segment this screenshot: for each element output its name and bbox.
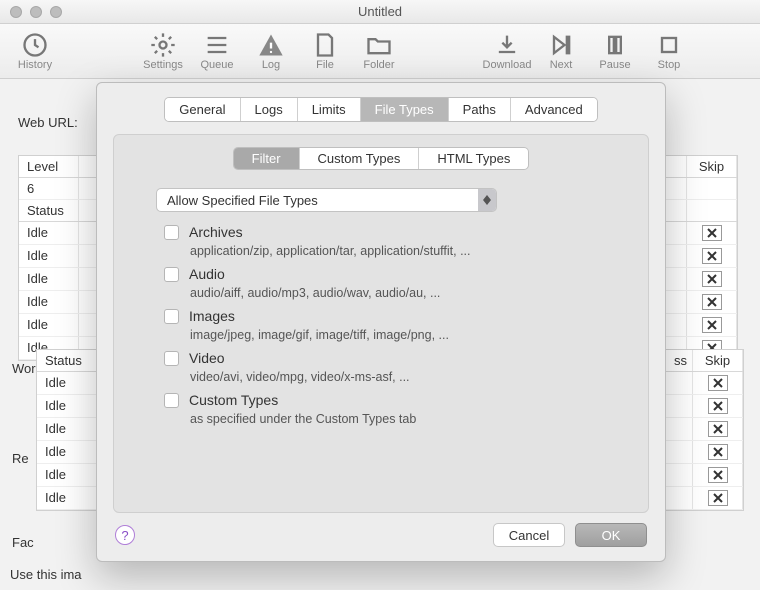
bottom-text: Use this ima xyxy=(10,567,82,582)
skip-button[interactable] xyxy=(708,398,728,414)
tab-logs[interactable]: Logs xyxy=(241,98,298,121)
col-ss: ss xyxy=(663,350,693,371)
chevron-updown-icon xyxy=(478,189,496,211)
stop-label: Stop xyxy=(658,59,681,71)
tab-file-types[interactable]: File Types xyxy=(361,98,449,121)
queue-button[interactable]: Queue xyxy=(192,31,242,71)
category-video: Video video/avi, video/mpg, video/x-ms-a… xyxy=(164,350,626,384)
history-button[interactable]: History xyxy=(10,31,60,71)
history-label: History xyxy=(18,59,52,71)
next-label: Next xyxy=(550,59,573,71)
warning-icon xyxy=(257,31,285,59)
subtab-filter[interactable]: Filter xyxy=(234,148,300,169)
custom-types-desc: as specified under the Custom Types tab xyxy=(190,412,626,426)
video-title: Video xyxy=(189,350,225,366)
settings-dialog: General Logs Limits File Types Paths Adv… xyxy=(96,82,666,562)
download-button[interactable]: Download xyxy=(482,31,532,71)
dialog-footer: ? Cancel OK xyxy=(97,523,665,561)
skip-button[interactable] xyxy=(708,490,728,506)
col-status-2: Status xyxy=(37,350,97,371)
folder-label: Folder xyxy=(363,59,394,71)
category-custom-types: Custom Types as specified under the Cust… xyxy=(164,392,626,426)
bg-fac-label: Fac xyxy=(12,535,34,550)
archives-title: Archives xyxy=(189,224,243,240)
next-button[interactable]: Next xyxy=(536,31,586,71)
category-archives: Archives application/zip, application/ta… xyxy=(164,224,626,258)
window-title: Untitled xyxy=(0,4,760,19)
download-label: Download xyxy=(483,59,532,71)
filter-mode-value: Allow Specified File Types xyxy=(157,193,328,208)
file-button[interactable]: File xyxy=(300,31,350,71)
stop-button[interactable]: Stop xyxy=(644,31,694,71)
skip-button[interactable] xyxy=(702,225,722,241)
pause-label: Pause xyxy=(599,59,630,71)
cancel-button[interactable]: Cancel xyxy=(493,523,565,547)
col-status: Status xyxy=(19,200,79,221)
images-desc: image/jpeg, image/gif, image/tiff, image… xyxy=(190,328,626,342)
category-audio: Audio audio/aiff, audio/mp3, audio/wav, … xyxy=(164,266,626,300)
subtab-custom-types[interactable]: Custom Types xyxy=(300,148,420,169)
download-icon xyxy=(493,31,521,59)
tab-paths[interactable]: Paths xyxy=(449,98,511,121)
col-skip-2: Skip xyxy=(693,350,743,371)
skip-button[interactable] xyxy=(702,294,722,310)
custom-types-checkbox[interactable] xyxy=(164,393,179,408)
level-value: 6 xyxy=(19,178,79,199)
images-checkbox[interactable] xyxy=(164,309,179,324)
tab-advanced[interactable]: Advanced xyxy=(511,98,597,121)
skip-button[interactable] xyxy=(708,467,728,483)
gear-icon xyxy=(149,31,177,59)
folder-button[interactable]: Folder xyxy=(354,31,404,71)
stop-icon xyxy=(655,31,683,59)
audio-desc: audio/aiff, audio/mp3, audio/wav, audio/… xyxy=(190,286,626,300)
custom-types-title: Custom Types xyxy=(189,392,278,408)
sub-tabs: Filter Custom Types HTML Types xyxy=(233,147,530,170)
help-button[interactable]: ? xyxy=(115,525,135,545)
video-desc: video/avi, video/mpg, video/x-ms-asf, ..… xyxy=(190,370,626,384)
titlebar: Untitled xyxy=(0,0,760,24)
tab-general[interactable]: General xyxy=(165,98,240,121)
file-icon xyxy=(311,31,339,59)
video-checkbox[interactable] xyxy=(164,351,179,366)
settings-button[interactable]: Settings xyxy=(138,31,188,71)
bg-wor-label: Wor xyxy=(12,361,36,376)
col-skip: Skip xyxy=(687,156,737,177)
skip-button[interactable] xyxy=(708,444,728,460)
category-images: Images image/jpeg, image/gif, image/tiff… xyxy=(164,308,626,342)
file-label: File xyxy=(316,59,334,71)
tab-content: Filter Custom Types HTML Types Allow Spe… xyxy=(113,134,649,513)
main-tabs: General Logs Limits File Types Paths Adv… xyxy=(164,97,598,122)
skip-button[interactable] xyxy=(702,317,722,333)
ok-button[interactable]: OK xyxy=(575,523,647,547)
skip-button[interactable] xyxy=(702,271,722,287)
queue-label: Queue xyxy=(200,59,233,71)
queue-icon xyxy=(203,31,231,59)
log-button[interactable]: Log xyxy=(246,31,296,71)
skip-button[interactable] xyxy=(702,248,722,264)
audio-checkbox[interactable] xyxy=(164,267,179,282)
skip-button[interactable] xyxy=(708,375,728,391)
images-title: Images xyxy=(189,308,235,324)
toolbar: History Settings Queue Log File Folder xyxy=(0,24,760,79)
tab-limits[interactable]: Limits xyxy=(298,98,361,121)
skip-button[interactable] xyxy=(708,421,728,437)
history-icon xyxy=(21,31,49,59)
col-level: Level xyxy=(19,156,79,177)
archives-desc: application/zip, application/tar, applic… xyxy=(190,244,626,258)
pause-icon xyxy=(601,31,629,59)
bg-re-label: Re xyxy=(12,451,29,466)
next-icon xyxy=(547,31,575,59)
settings-label: Settings xyxy=(143,59,183,71)
log-label: Log xyxy=(262,59,280,71)
archives-checkbox[interactable] xyxy=(164,225,179,240)
filter-mode-select[interactable]: Allow Specified File Types xyxy=(156,188,497,212)
folder-icon xyxy=(365,31,393,59)
pause-button[interactable]: Pause xyxy=(590,31,640,71)
category-list: Archives application/zip, application/ta… xyxy=(164,224,626,426)
subtab-html-types[interactable]: HTML Types xyxy=(419,148,528,169)
audio-title: Audio xyxy=(189,266,225,282)
